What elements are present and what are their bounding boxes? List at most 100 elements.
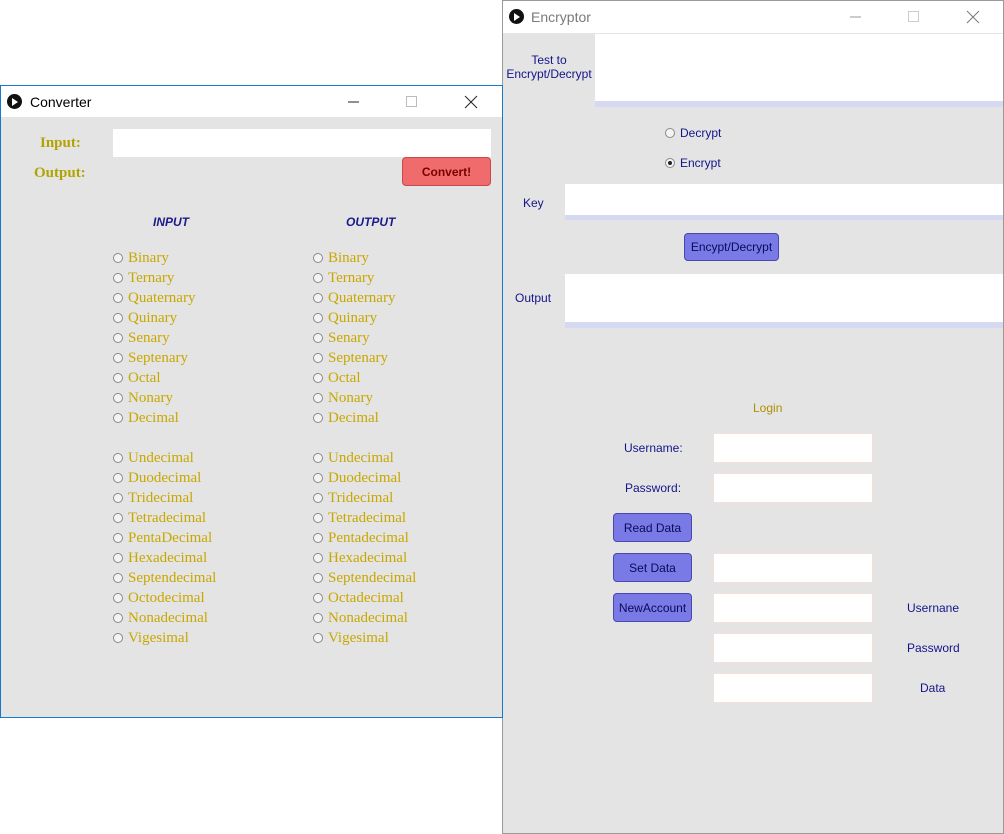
output-radio-decimal[interactable]: Decimal xyxy=(313,408,379,428)
radio-icon xyxy=(313,413,323,423)
radio-icon xyxy=(113,553,123,563)
radio-label: Nonary xyxy=(328,389,373,406)
output-radio-tridecimal[interactable]: Tridecimal xyxy=(313,488,393,508)
radio-icon xyxy=(113,373,123,383)
input-radio-nonadecimal[interactable]: Nonadecimal xyxy=(113,608,208,628)
input-radio-octal[interactable]: Octal xyxy=(113,368,160,388)
input-radio-octodecimal[interactable]: Octodecimal xyxy=(113,588,205,608)
username-input[interactable] xyxy=(713,433,873,463)
output-radio-septendecimal[interactable]: Septendecimal xyxy=(313,568,416,588)
close-button[interactable] xyxy=(950,1,996,32)
close-icon xyxy=(464,95,478,108)
input-label: Input: xyxy=(40,135,81,151)
new-account-button[interactable]: NewAccount xyxy=(613,593,692,622)
radio-icon xyxy=(113,313,123,323)
data-label: Data xyxy=(920,681,946,695)
input-radio-septenary[interactable]: Septenary xyxy=(113,348,188,368)
output-field[interactable] xyxy=(565,274,1003,322)
output-radio-ternary[interactable]: Ternary xyxy=(313,268,374,288)
output-radio-senary[interactable]: Senary xyxy=(313,328,370,348)
radio-label: PentaDecimal xyxy=(128,529,213,546)
encryptor-titlebar[interactable]: Encryptor xyxy=(503,1,1003,33)
radio-icon xyxy=(313,393,323,403)
minimize-button[interactable] xyxy=(833,1,879,32)
radio-label: Octadecimal xyxy=(328,589,404,606)
radio-icon xyxy=(313,473,323,483)
app-icon xyxy=(7,94,22,109)
new-username-input[interactable] xyxy=(713,593,873,623)
maximize-button[interactable] xyxy=(891,1,937,32)
encrypt-decrypt-button[interactable]: Encypt/Decrypt xyxy=(684,233,779,261)
radio-label: Quaternary xyxy=(128,289,196,306)
radio-label: Ternary xyxy=(128,269,175,286)
read-data-button[interactable]: Read Data xyxy=(613,513,692,542)
input-radio-duodecimal[interactable]: Duodecimal xyxy=(113,468,201,488)
radio-icon xyxy=(113,453,123,463)
close-button[interactable] xyxy=(448,86,494,117)
radio-icon xyxy=(313,513,323,523)
output-radio-undecimal[interactable]: Undecimal xyxy=(313,448,394,468)
set-data-input[interactable] xyxy=(713,553,873,583)
radio-label: Septendecimal xyxy=(128,569,217,586)
text-input[interactable] xyxy=(595,34,1003,101)
input-radio-undecimal[interactable]: Undecimal xyxy=(113,448,194,468)
converter-titlebar[interactable]: Converter xyxy=(1,86,502,117)
radio-icon xyxy=(113,533,123,543)
input-radio-quaternary[interactable]: Quaternary xyxy=(113,288,195,308)
radio-icon xyxy=(313,373,323,383)
output-radio-vigesimal[interactable]: Vigesimal xyxy=(313,628,389,648)
output-radio-duodecimal[interactable]: Duodecimal xyxy=(313,468,401,488)
output-radio-hexadecimal[interactable]: Hexadecimal xyxy=(313,548,407,568)
input-radio-quinary[interactable]: Quinary xyxy=(113,308,177,328)
minimize-icon xyxy=(850,16,861,17)
new-password-input[interactable] xyxy=(713,633,873,663)
output-radio-binary[interactable]: Binary xyxy=(313,248,369,268)
input-radio-decimal[interactable]: Decimal xyxy=(113,408,179,428)
input-radio-senary[interactable]: Senary xyxy=(113,328,170,348)
decrypt-radio[interactable]: Decrypt xyxy=(665,123,721,143)
radio-icon xyxy=(313,613,323,623)
key-input-underline xyxy=(565,215,1003,220)
input-radio-pentadecimal[interactable]: PentaDecimal xyxy=(113,528,212,548)
output-radio-nonary[interactable]: Nonary xyxy=(313,388,373,408)
decrypt-label: Decrypt xyxy=(680,126,722,140)
minimize-button[interactable] xyxy=(331,86,377,117)
key-label: Key xyxy=(523,196,544,210)
input-radio-tridecimal[interactable]: Tridecimal xyxy=(113,488,193,508)
radio-icon xyxy=(113,613,123,623)
key-input[interactable] xyxy=(565,184,1003,215)
radio-icon xyxy=(313,273,323,283)
input-field[interactable] xyxy=(113,129,491,157)
data-input[interactable] xyxy=(713,673,873,703)
radio-icon xyxy=(113,393,123,403)
radio-icon xyxy=(113,473,123,483)
input-radio-septendecimal[interactable]: Septendecimal xyxy=(113,568,216,588)
input-radio-ternary[interactable]: Ternary xyxy=(113,268,174,288)
output-radio-septenary[interactable]: Septenary xyxy=(313,348,388,368)
set-data-button[interactable]: Set Data xyxy=(613,553,692,582)
password-input[interactable] xyxy=(713,473,873,503)
output-radio-nonadecimal[interactable]: Nonadecimal xyxy=(313,608,408,628)
radio-icon xyxy=(313,493,323,503)
output-radio-quaternary[interactable]: Quaternary xyxy=(313,288,395,308)
maximize-button[interactable] xyxy=(389,86,435,117)
input-radio-vigesimal[interactable]: Vigesimal xyxy=(113,628,189,648)
close-icon xyxy=(966,10,980,23)
encrypt-radio[interactable]: Encrypt xyxy=(665,153,721,173)
output-radio-octadecimal[interactable]: Octadecimal xyxy=(313,588,404,608)
converter-window: Converter Input: Output: Convert! INPUT … xyxy=(0,85,503,718)
radio-label: Hexadecimal xyxy=(128,549,208,566)
input-radio-hexadecimal[interactable]: Hexadecimal xyxy=(113,548,207,568)
convert-button[interactable]: Convert! xyxy=(402,157,491,186)
radio-label: Quinary xyxy=(328,309,378,326)
text-label: Test to Encrypt/Decrypt xyxy=(506,53,592,81)
input-radio-nonary[interactable]: Nonary xyxy=(113,388,173,408)
radio-icon xyxy=(313,593,323,603)
input-radio-binary[interactable]: Binary xyxy=(113,248,169,268)
output-radio-pentadecimal[interactable]: Pentadecimal xyxy=(313,528,409,548)
radio-label: Tridecimal xyxy=(128,489,194,506)
output-radio-quinary[interactable]: Quinary xyxy=(313,308,377,328)
output-radio-octal[interactable]: Octal xyxy=(313,368,360,388)
input-radio-tetradecimal[interactable]: Tetradecimal xyxy=(113,508,206,528)
output-radio-tetradecimal[interactable]: Tetradecimal xyxy=(313,508,406,528)
